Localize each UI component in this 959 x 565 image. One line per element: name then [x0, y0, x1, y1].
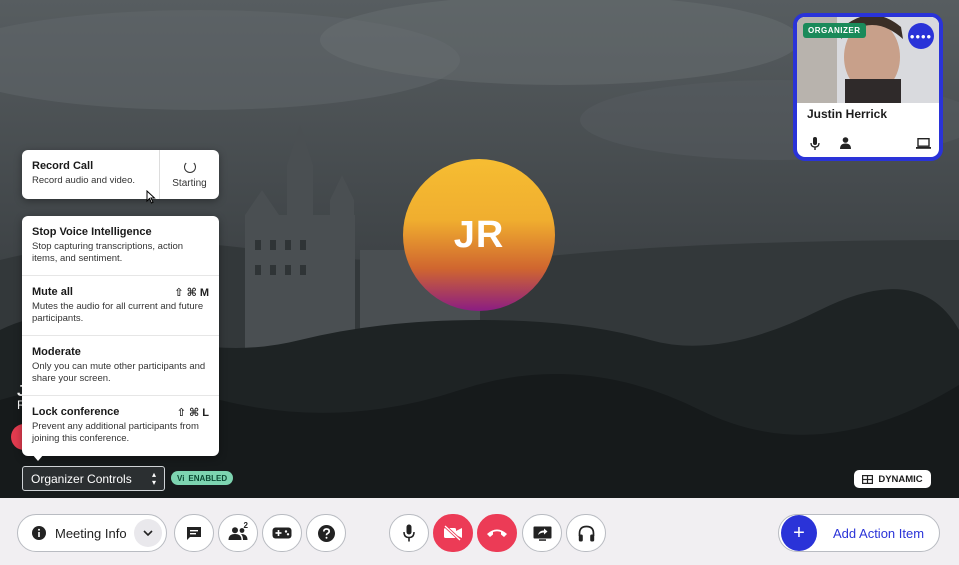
microphone-button[interactable] — [389, 514, 429, 552]
help-button[interactable] — [306, 514, 346, 552]
chat-icon — [187, 526, 201, 540]
games-button[interactable] — [262, 514, 302, 552]
menu-item-description: Stop capturing transcriptions, action it… — [32, 241, 184, 264]
organizer-controls-select[interactable]: Organizer Controls ▴ ▾ — [22, 466, 165, 491]
menu-item-stop-voice-intelligence[interactable]: Stop Voice Intelligence Stop capturing t… — [22, 216, 219, 276]
meeting-info-label: Meeting Info — [55, 525, 127, 541]
menu-caret — [32, 454, 44, 461]
participant-name: Justin Herrick — [807, 107, 888, 121]
layout-label: DYNAMIC — [878, 473, 923, 485]
record-status: Starting — [159, 150, 219, 199]
menu-item-lock-conference[interactable]: Lock conference ⇧ ⌘ L Prevent any additi… — [22, 396, 219, 456]
record-call-menu[interactable]: Record Call Record audio and video. Star… — [22, 150, 219, 199]
hang-up-button[interactable] — [477, 514, 517, 552]
menu-item-description: Only you can mute other participants and… — [32, 361, 206, 384]
participant-more-button[interactable]: •••• — [908, 23, 934, 49]
screen-share-icon — [533, 526, 551, 541]
record-call-option[interactable]: Record Call Record audio and video. — [22, 150, 159, 199]
add-action-item-button[interactable]: + Add Action Item — [778, 514, 940, 552]
participant-status-icons — [807, 135, 931, 151]
menu-item-title: Moderate — [32, 346, 81, 358]
participants-count: 2 — [243, 521, 248, 530]
voice-intelligence-enabled-badge: Vi ENABLED — [171, 471, 234, 485]
organizer-controls-menu: Stop Voice Intelligence Stop capturing t… — [22, 216, 219, 456]
meeting-info-button[interactable]: Meeting Info — [17, 514, 167, 552]
plus-icon: + — [781, 515, 817, 551]
menu-item-mute-all[interactable]: Mute all ⇧ ⌘ M Mutes the audio for all c… — [22, 276, 219, 336]
menu-item-description: Prevent any additional participants from… — [32, 421, 199, 444]
layout-dynamic-button[interactable]: DYNAMIC — [854, 470, 931, 488]
laptop-icon — [915, 135, 931, 151]
select-arrows-icon: ▴ ▾ — [151, 469, 156, 487]
camera-off-button[interactable] — [433, 514, 473, 552]
main-participant-avatar: JR — [403, 159, 555, 311]
record-call-description: Record audio and video. — [32, 175, 135, 186]
menu-item-shortcut: ⇧ ⌘ L — [176, 407, 209, 419]
info-icon — [32, 526, 46, 540]
video-off-icon — [443, 525, 462, 541]
more-dots-icon: •••• — [909, 28, 933, 44]
record-status-text: Starting — [172, 177, 207, 189]
menu-item-shortcut: ⇧ ⌘ M — [174, 287, 209, 299]
microphone-icon — [403, 524, 415, 542]
enabled-label: ENABLED — [188, 473, 228, 483]
mouse-cursor-icon — [146, 190, 156, 204]
hang-up-phone-icon — [487, 529, 507, 537]
chevron-down-icon — [143, 530, 153, 536]
vi-logo-icon: Vi — [177, 473, 185, 483]
organizer-badge: ORGANIZER — [803, 23, 866, 38]
menu-item-moderate[interactable]: Moderate Only you can mute other partici… — [22, 336, 219, 396]
menu-item-title: Stop Voice Intelligence — [32, 226, 152, 238]
audio-settings-button[interactable] — [566, 514, 606, 552]
add-action-item-label: Add Action Item — [833, 525, 925, 541]
gamepad-icon — [272, 527, 292, 539]
help-icon — [317, 524, 335, 542]
participant-tile[interactable]: ORGANIZER •••• Justin Herrick — [793, 13, 943, 161]
microphone-icon — [807, 135, 823, 151]
person-icon — [837, 135, 853, 151]
grid-layout-icon — [862, 474, 874, 484]
menu-item-description: Mutes the audio for all current and futu… — [32, 301, 204, 324]
chat-button[interactable] — [174, 514, 214, 552]
participants-button[interactable]: 2 — [218, 514, 258, 552]
meeting-info-dropdown[interactable] — [134, 519, 162, 547]
screen-share-button[interactable] — [522, 514, 562, 552]
avatar-initials: JR — [453, 213, 505, 256]
loading-spinner-icon — [183, 160, 196, 173]
select-value: Organizer Controls — [31, 471, 132, 486]
record-call-title: Record Call — [32, 160, 94, 172]
headphones-icon — [578, 525, 594, 541]
